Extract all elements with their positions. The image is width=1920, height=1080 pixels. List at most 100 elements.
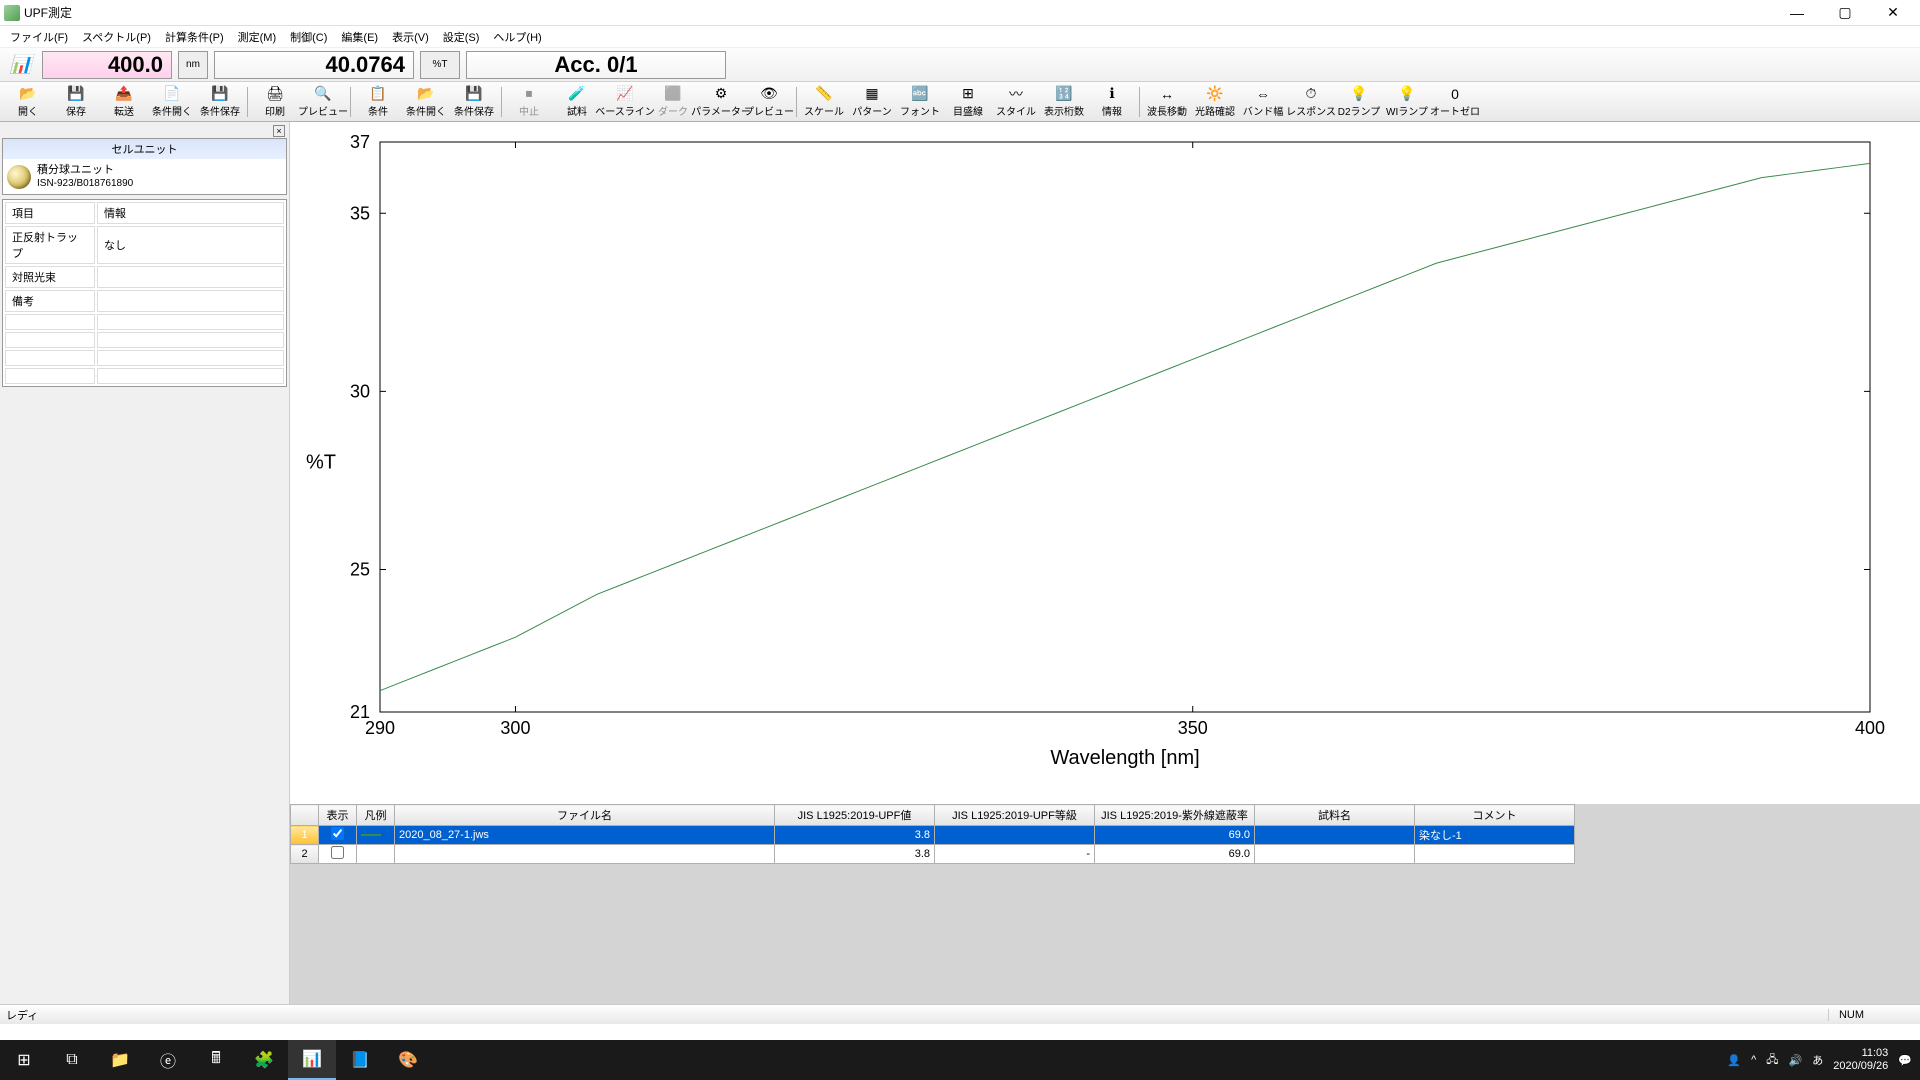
menu-item[interactable]: スペクトル(P) xyxy=(76,27,157,47)
prop-key: 項目 xyxy=(5,202,95,224)
menu-item[interactable]: ヘルプ(H) xyxy=(487,27,547,47)
show-checkbox[interactable] xyxy=(319,826,357,845)
y-axis-label: %T xyxy=(306,452,336,475)
toolbar-icon: 📂 xyxy=(417,86,435,102)
toolbar-button[interactable]: ⊞目盛線 xyxy=(944,84,992,120)
menu-item[interactable]: 表示(V) xyxy=(386,27,435,47)
start-button[interactable]: ⊞ xyxy=(0,1040,48,1080)
network-icon[interactable]: 🖧 xyxy=(1766,1051,1778,1070)
calculator-icon[interactable]: 🖩 xyxy=(192,1040,240,1080)
toolbar-label: 保存 xyxy=(66,103,86,118)
toolbar-button[interactable]: 💾保存 xyxy=(52,84,100,120)
row-number[interactable]: 1 xyxy=(291,826,319,845)
toolbar-button[interactable]: 📏スケール xyxy=(800,84,848,120)
toolbar-label: 条件保存 xyxy=(454,103,494,118)
app2-icon[interactable]: 📊 xyxy=(288,1040,336,1080)
toolbar-button[interactable]: 🔢表示桁数 xyxy=(1040,84,1088,120)
toolbar-button[interactable]: 🧪試料 xyxy=(553,84,601,120)
table-header[interactable] xyxy=(291,805,319,826)
toolbar-separator xyxy=(501,87,502,117)
toolbar-button[interactable]: 📤転送 xyxy=(100,84,148,120)
people-icon[interactable]: 👤 xyxy=(1727,1054,1741,1067)
volume-icon[interactable]: 🔊 xyxy=(1789,1054,1803,1067)
toolbar-button[interactable]: 🔍プレビュー xyxy=(299,84,347,120)
ie-icon[interactable]: ⓔ xyxy=(144,1040,192,1080)
toolbar-button[interactable]: ⚙パラメーター xyxy=(697,84,745,120)
spectrum-chart[interactable]: 2125303537300350400290Wavelength [nm] xyxy=(300,132,1890,772)
toolbar-label: 目盛線 xyxy=(953,103,983,118)
tray-chevron-icon[interactable]: ^ xyxy=(1751,1054,1756,1066)
notification-icon[interactable]: 💬 xyxy=(1898,1054,1912,1067)
menu-item[interactable]: 測定(M) xyxy=(232,27,283,47)
prop-val xyxy=(97,266,284,288)
toolbar-button[interactable]: 💾条件保存 xyxy=(196,84,244,120)
window-title: UPF測定 xyxy=(24,4,1774,21)
task-view-button[interactable]: ⧉ xyxy=(48,1040,96,1080)
menu-item[interactable]: 計算条件(P) xyxy=(159,27,230,47)
sidebar-close-icon[interactable]: × xyxy=(273,125,285,137)
filename-cell xyxy=(395,845,775,864)
menu-item[interactable]: ファイル(F) xyxy=(4,27,74,47)
toolbar-button[interactable]: 💡D2ランプ xyxy=(1335,84,1383,120)
main-area: × セルユニット 積分球ユニット ISN-923/B018761890 項目情報… xyxy=(0,122,1920,1004)
toolbar-label: バンド幅 xyxy=(1243,103,1284,118)
minimize-button[interactable]: — xyxy=(1774,0,1820,26)
toolbar-button[interactable]: 0オートゼロ xyxy=(1431,84,1479,120)
system-tray: 👤 ^ 🖧 🔊 あ 11:032020/09/26 💬 xyxy=(1727,1047,1920,1073)
row-number[interactable]: 2 xyxy=(291,845,319,864)
toolbar-button[interactable]: ⏱レスポンス xyxy=(1287,84,1335,120)
toolbar-button[interactable]: 💾条件保存 xyxy=(450,84,498,120)
table-header[interactable]: JIS L1925:2019-UPF等級 xyxy=(935,805,1095,826)
toolbar-button[interactable]: 〰スタイル xyxy=(992,84,1040,120)
chart-area: %T 2125303537300350400290Wavelength [nm] xyxy=(290,122,1920,804)
toolbar-label: オートゼロ xyxy=(1430,103,1480,118)
wavelength-display: 400.0 xyxy=(42,51,172,79)
content-area: %T 2125303537300350400290Wavelength [nm]… xyxy=(290,122,1920,1004)
word-icon[interactable]: 📘 xyxy=(336,1040,384,1080)
table-header[interactable]: ファイル名 xyxy=(395,805,775,826)
filename-cell: 2020_08_27-1.jws xyxy=(395,826,775,845)
close-button[interactable]: ✕ xyxy=(1870,0,1916,26)
property-table: 項目情報正反射トラップなし対照光束備考 xyxy=(2,199,287,387)
menu-item[interactable]: 制御(C) xyxy=(284,27,333,47)
toolbar-button[interactable]: 📄条件開く xyxy=(148,84,196,120)
toolbar-button[interactable]: 🔤フォント xyxy=(896,84,944,120)
data-table[interactable]: 表示凡例ファイル名JIS L1925:2019-UPF値JIS L1925:20… xyxy=(290,804,1575,864)
ime-indicator[interactable]: あ xyxy=(1812,1052,1823,1068)
table-header[interactable]: コメント xyxy=(1415,805,1575,826)
menu-item[interactable]: 編集(E) xyxy=(335,27,384,47)
toolbar-button[interactable]: 📈ベースライン xyxy=(601,84,649,120)
show-checkbox[interactable] xyxy=(319,845,357,864)
table-header[interactable]: 表示 xyxy=(319,805,357,826)
explorer-icon[interactable]: 📁 xyxy=(96,1040,144,1080)
table-header[interactable]: 試料名 xyxy=(1255,805,1415,826)
toolbar-label: 開く xyxy=(18,103,38,118)
table-row[interactable]: 23.8-69.0 xyxy=(291,845,1575,864)
toolbar-button[interactable]: 📂開く xyxy=(4,84,52,120)
toolbar-icon: ℹ xyxy=(1103,86,1121,102)
window-buttons: — ▢ ✕ xyxy=(1774,0,1916,26)
toolbar-button: ⬛ダーク xyxy=(649,84,697,120)
maximize-button[interactable]: ▢ xyxy=(1822,0,1868,26)
toolbar-label: 表示桁数 xyxy=(1044,103,1084,118)
toolbar-button[interactable]: 📋条件 xyxy=(354,84,402,120)
paint-icon[interactable]: 🎨 xyxy=(384,1040,432,1080)
toolbar-button[interactable]: ↔波長移動 xyxy=(1143,84,1191,120)
toolbar-button[interactable]: ℹ情報 xyxy=(1088,84,1136,120)
table-header[interactable]: JIS L1925:2019-紫外線遮蔽率 xyxy=(1095,805,1255,826)
toolbar-button[interactable]: 🖨印刷 xyxy=(251,84,299,120)
prop-key: 正反射トラップ xyxy=(5,226,95,264)
toolbar-button[interactable]: 💡WIランプ xyxy=(1383,84,1431,120)
toolbar-button[interactable]: 👁プレビュー xyxy=(745,84,793,120)
toolbar-button[interactable]: ▦パターン xyxy=(848,84,896,120)
table-row[interactable]: 12020_08_27-1.jws3.869.0染なし-1 xyxy=(291,826,1575,845)
toolbar-button[interactable]: ⇔バンド幅 xyxy=(1239,84,1287,120)
table-header[interactable]: JIS L1925:2019-UPF値 xyxy=(775,805,935,826)
table-header[interactable]: 凡例 xyxy=(357,805,395,826)
clock[interactable]: 11:032020/09/26 xyxy=(1833,1047,1888,1073)
menu-item[interactable]: 設定(S) xyxy=(437,27,486,47)
toolbar-button[interactable]: 🔆光路確認 xyxy=(1191,84,1239,120)
cell-unit-info: 積分球ユニット ISN-923/B018761890 xyxy=(37,163,133,190)
toolbar-button[interactable]: 📂条件開く xyxy=(402,84,450,120)
app1-icon[interactable]: 🧩 xyxy=(240,1040,288,1080)
